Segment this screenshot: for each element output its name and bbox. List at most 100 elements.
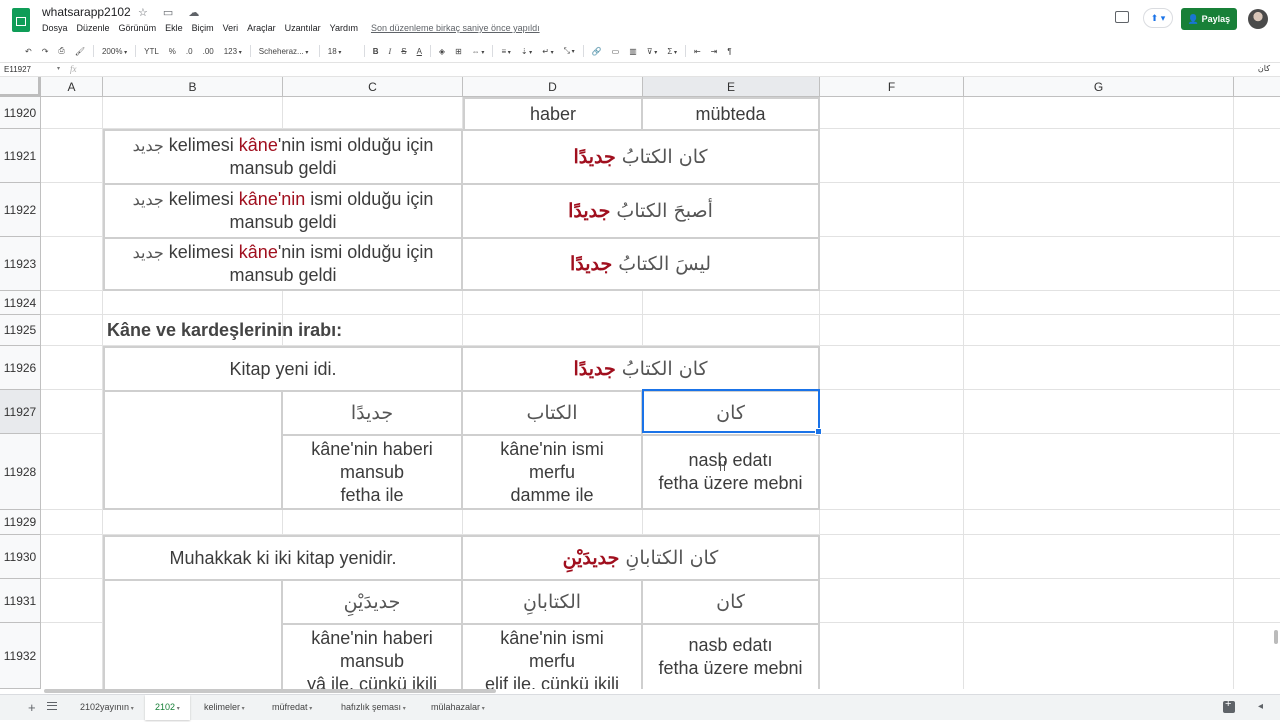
link-icon[interactable]: 🔗 — [587, 47, 607, 56]
bold-button[interactable]: B — [368, 47, 384, 56]
column-header-h[interactable] — [1234, 77, 1280, 97]
menu-format[interactable]: Biçim — [192, 23, 214, 33]
select-all-corner[interactable] — [0, 77, 41, 97]
wrap-icon[interactable]: ↵ — [537, 47, 558, 56]
row-header[interactable]: 11929 — [0, 510, 41, 535]
more-formats-select[interactable]: 123 — [219, 47, 247, 56]
cell-c11927[interactable]: جديدًا — [283, 390, 463, 434]
tab-kelimeler[interactable]: kelimeler — [194, 695, 255, 720]
increase-decimal-button[interactable]: .00 — [198, 47, 219, 56]
collapse-arrow-icon[interactable]: ◂ — [1258, 701, 1263, 712]
paint-format-icon[interactable]: 🖌 — [70, 47, 90, 56]
functions-icon[interactable]: Σ — [662, 47, 682, 56]
row-header[interactable]: 11924 — [0, 291, 41, 315]
cell-e11932[interactable]: nasb edatı fetha üzere mebni — [643, 623, 820, 689]
menu-extensions[interactable]: Uzantılar — [285, 23, 321, 33]
text-color-button[interactable]: A — [412, 47, 427, 56]
menu-view[interactable]: Görünüm — [119, 23, 157, 33]
comment-history-icon[interactable] — [1115, 11, 1129, 23]
pilcrow-icon[interactable]: ¶ — [722, 47, 736, 56]
last-edit-link[interactable]: Son düzenleme birkaç saniye önce yapıldı — [371, 23, 540, 33]
cell-d11920[interactable]: haber — [463, 97, 643, 129]
tab-mufredat[interactable]: müfredat — [262, 695, 322, 720]
strikethrough-button[interactable]: S — [396, 47, 411, 56]
column-header-g[interactable]: G — [964, 77, 1234, 97]
present-button[interactable]: ⬆ ▾ — [1143, 8, 1173, 28]
cell-d11931[interactable]: الكتابانِ — [463, 579, 643, 623]
undo-icon[interactable]: ↶ — [20, 47, 37, 56]
menu-data[interactable]: Veri — [223, 23, 239, 33]
cell-c11928[interactable]: kâne'nin haberi mansub fetha ile — [283, 434, 463, 510]
menu-file[interactable]: Dosya — [42, 23, 68, 33]
sheets-logo-icon[interactable] — [12, 8, 30, 32]
cell-de11922[interactable]: أصبحَ الكتابُ جديدًا — [463, 183, 820, 237]
font-size-select[interactable]: 18 — [323, 47, 361, 56]
ltr-icon[interactable]: ⇥ — [706, 47, 723, 56]
filter-icon[interactable]: ⊽ — [642, 47, 663, 56]
redo-icon[interactable]: ↷ — [37, 47, 54, 56]
tab-2102yayinin[interactable]: 2102yayının — [70, 695, 144, 720]
cell-d11927[interactable]: الكتاب — [463, 390, 643, 434]
row-header[interactable]: 11923 — [0, 237, 41, 291]
cell-d11932[interactable]: kâne'nin ismi merfu elif ile, çünkü ikili — [463, 623, 643, 689]
all-sheets-icon[interactable] — [47, 702, 57, 710]
decrease-decimal-button[interactable]: .0 — [181, 47, 198, 56]
cell-bc11930[interactable]: Muhakkak ki iki kitap yenidir. — [103, 535, 463, 579]
cell-b11931-merged[interactable] — [103, 579, 283, 689]
tab-2102[interactable]: 2102 — [145, 695, 190, 720]
row-header[interactable]: 11928 — [0, 434, 41, 510]
rotate-icon[interactable]: ⤡ — [559, 46, 580, 56]
cell-e11927[interactable]: كان — [643, 390, 820, 434]
align-icon[interactable]: ≡ — [496, 47, 515, 56]
column-header-d[interactable]: D — [463, 77, 643, 97]
font-select[interactable]: Scheheraz... — [254, 47, 316, 56]
row-header[interactable]: 11926 — [0, 346, 41, 390]
vertical-scrollbar[interactable] — [1274, 630, 1278, 644]
column-header-e[interactable]: E — [643, 77, 820, 97]
cell-de11930[interactable]: كان الكتابانِ جديدَيْنِ — [463, 535, 820, 579]
merge-icon[interactable]: ⇔ — [467, 47, 490, 56]
cell-c11931[interactable]: جديدَيْنِ — [283, 579, 463, 623]
section-heading[interactable]: Kâne ve kardeşlerinin irabı: — [103, 315, 503, 346]
italic-button[interactable]: I — [384, 47, 397, 56]
chart-icon[interactable]: ▥ — [624, 47, 642, 56]
tab-mulahazalar[interactable]: mülahazalar — [421, 695, 495, 720]
cell-c11932[interactable]: kâne'nin haberi mansub yâ ile, çünkü ikili — [283, 623, 463, 689]
row-header[interactable]: 11931 — [0, 579, 41, 623]
menu-insert[interactable]: Ekle — [165, 23, 183, 33]
tab-hafizlik-semasi[interactable]: hafızlık şeması — [331, 695, 416, 720]
title-action-icons[interactable]: ☆ ▭ ☁ — [138, 6, 205, 19]
row-header[interactable]: 11921 — [0, 129, 41, 183]
cell-d11928[interactable]: kâne'nin ismi merfu damme ile — [463, 434, 643, 510]
add-sheet-icon[interactable]: + — [28, 700, 36, 715]
cell-b11927-merged[interactable] — [103, 390, 283, 510]
column-header-f[interactable]: F — [820, 77, 964, 97]
column-header-c[interactable]: C — [283, 77, 463, 97]
zoom-select[interactable]: 200% — [97, 47, 132, 56]
row-header[interactable]: 11925 — [0, 315, 41, 346]
spreadsheet-grid[interactable]: A B C D E F G 11920 11921 11922 11923 11… — [0, 77, 1280, 689]
row-header[interactable]: 11920 — [0, 97, 41, 129]
menu-edit[interactable]: Düzenle — [77, 23, 110, 33]
cell-de11921[interactable]: كان الكتابُ جديدًا — [463, 129, 820, 183]
row-header[interactable]: 11932 — [0, 623, 41, 689]
explore-icon[interactable] — [1223, 698, 1235, 713]
cell-bc11921[interactable]: جديد kelimesi kâne'nin ismi olduğu için m… — [103, 129, 463, 183]
fill-color-icon[interactable]: ◈ — [434, 47, 450, 56]
horizontal-scrollbar[interactable] — [44, 689, 496, 693]
cell-e11920[interactable]: mübteda — [643, 97, 820, 129]
percent-button[interactable]: % — [164, 47, 181, 56]
cell-e11931[interactable]: كان — [643, 579, 820, 623]
avatar[interactable] — [1248, 9, 1268, 29]
valign-icon[interactable]: ⇣ — [516, 47, 537, 56]
row-header[interactable]: 11922 — [0, 183, 41, 237]
column-header-a[interactable]: A — [41, 77, 103, 97]
share-button[interactable]: 👤 Paylaş — [1181, 8, 1237, 30]
row-header[interactable]: 11930 — [0, 535, 41, 579]
cell-e11928[interactable]: nasb edatı fetha üzere mebni — [643, 434, 820, 510]
comment-icon[interactable]: ▭ — [607, 47, 625, 56]
cell-bc11926[interactable]: Kitap yeni idi. — [103, 346, 463, 390]
column-header-b[interactable]: B — [103, 77, 283, 97]
menu-tools[interactable]: Araçlar — [247, 23, 276, 33]
cell-de11926[interactable]: كان الكتابُ جديدًا — [463, 346, 820, 390]
